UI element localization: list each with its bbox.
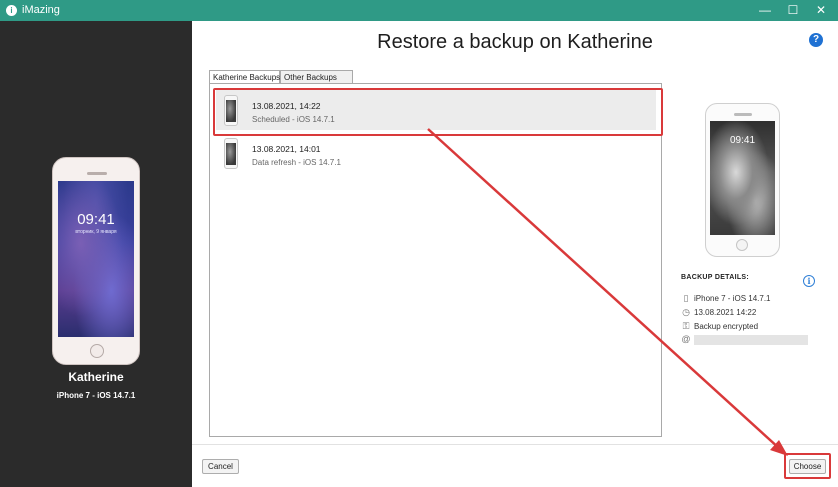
detail-date-text: 13.08.2021 14:22	[694, 308, 757, 317]
key-icon: ⚿	[682, 321, 690, 331]
lock-screen-date: вторник, 9 января	[75, 229, 117, 235]
backup-date: 13.08.2021, 14:01	[252, 144, 321, 154]
backup-row-selected[interactable]: 13.08.2021, 14:22 Scheduled - iOS 14.7.1	[213, 88, 663, 136]
backup-subtitle: Data refresh - iOS 14.7.1	[252, 158, 341, 167]
lock-screen-time: 09:41	[77, 211, 115, 228]
phone-lock-screen: 09:41 вторник, 9 января	[58, 181, 134, 337]
backup-list: 13.08.2021, 14:22 Scheduled - iOS 14.7.1…	[209, 83, 663, 437]
backup-row[interactable]: 13.08.2021, 14:01 Data refresh - iOS 14.…	[216, 133, 656, 173]
choose-button[interactable]: Choose	[789, 459, 826, 474]
restore-dialog: Restore a backup on Katherine ? Katherin…	[192, 21, 838, 487]
phone-home-button	[90, 344, 104, 358]
detail-device-text: iPhone 7 - iOS 14.7.1	[694, 294, 771, 303]
device-sidebar: 09:41 вторник, 9 января Katherine iPhone…	[0, 21, 192, 487]
imazing-app-icon: i	[6, 5, 17, 16]
backup-date: 13.08.2021, 14:22	[252, 101, 321, 111]
preview-lock-screen: 09:41	[710, 121, 775, 235]
window-title: iMazing	[22, 4, 60, 16]
at-icon: @	[681, 334, 691, 344]
preview-time: 09:41	[729, 135, 756, 146]
phone-speaker	[87, 172, 107, 175]
backup-phone-preview: 09:41	[705, 103, 780, 257]
backup-subtitle: Scheduled - iOS 14.7.1	[252, 115, 335, 124]
device-info: iPhone 7 - iOS 14.7.1	[56, 391, 136, 400]
device-name: Katherine	[68, 370, 124, 384]
tab-other-backups[interactable]: Other Backups	[280, 70, 353, 84]
phone-speaker	[734, 113, 752, 116]
clock-icon: ◷	[682, 307, 690, 317]
backup-phone-icon	[224, 95, 238, 126]
minimize-button[interactable]: —	[751, 0, 779, 21]
help-icon[interactable]: ?	[809, 33, 823, 47]
phone-home-button	[736, 239, 748, 251]
backup-phone-icon	[224, 138, 238, 169]
maximize-button[interactable]: ☐	[779, 0, 807, 21]
title-bar: i iMazing — ☐ ✕	[0, 0, 838, 21]
device-phone-image: 09:41 вторник, 9 января	[52, 157, 140, 365]
close-button[interactable]: ✕	[807, 0, 835, 21]
cancel-button[interactable]: Cancel	[202, 459, 239, 474]
detail-encryption-text: Backup encrypted	[694, 322, 759, 331]
phone-icon: ▯	[683, 293, 689, 303]
info-icon[interactable]: i	[803, 275, 815, 287]
redacted-email	[694, 335, 808, 345]
footer-divider	[192, 444, 838, 445]
page-title: Restore a backup on Katherine	[377, 31, 653, 53]
backup-details-heading: BACKUP DETAILS:	[681, 274, 750, 281]
